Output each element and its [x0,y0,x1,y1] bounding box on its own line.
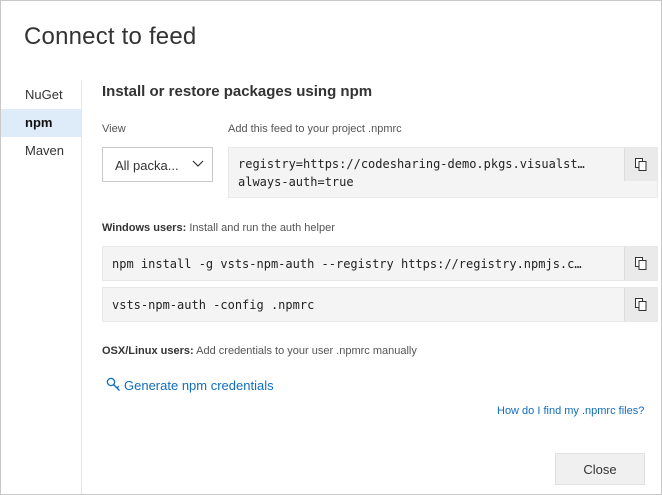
sidebar-item-nuget[interactable]: NuGet [1,81,81,109]
osx-linux-users-label-bold: OSX/Linux users: [102,345,194,357]
config-command-text: vsts-npm-auth -config .npmrc [112,298,315,312]
install-command-text: npm install -g vsts-npm-auth --registry … [112,257,582,271]
windows-users-label: Windows users: Install and run the auth … [102,222,335,234]
view-dropdown-value: All packa... [115,158,179,173]
dialog-title: Connect to feed [24,23,197,50]
copy-icon [635,257,647,270]
npmrc-line-always-auth: always-auth=true [238,175,354,189]
sidebar: NuGet npm Maven [1,81,82,494]
sidebar-item-npm[interactable]: npm [1,109,81,137]
config-command-box: vsts-npm-auth -config .npmrc [102,287,658,322]
osx-linux-users-label-text: Add credentials to your user .npmrc manu… [196,345,417,357]
section-heading: Install or restore packages using npm [102,83,373,100]
close-button[interactable]: Close [555,453,645,485]
copy-npmrc-button[interactable] [624,148,657,181]
npmrc-label: Add this feed to your project .npmrc [228,123,402,135]
copy-icon [635,158,647,171]
copy-icon [635,298,647,311]
windows-users-label-bold: Windows users: [102,222,187,234]
connect-to-feed-dialog: Connect to feed NuGet npm Maven Install … [0,0,662,495]
copy-install-command-button[interactable] [624,247,657,280]
windows-users-label-text: Install and run the auth helper [189,222,335,234]
generate-credentials-link[interactable]: Generate npm credentials [106,377,274,393]
npmrc-line-registry: registry=https://codesharing-demo.pkgs.v… [238,157,585,171]
npmrc-help-link[interactable]: How do I find my .npmrc files? [497,405,644,417]
view-label: View [102,123,126,135]
key-icon [106,377,120,391]
generate-credentials-link-text: Generate npm credentials [124,378,274,393]
install-command-box: npm install -g vsts-npm-auth --registry … [102,246,658,281]
osx-linux-users-label: OSX/Linux users: Add credentials to your… [102,345,417,357]
copy-config-command-button[interactable] [624,288,657,321]
chevron-down-icon [192,160,204,167]
view-dropdown[interactable]: All packa... [102,147,213,182]
sidebar-item-maven[interactable]: Maven [1,137,81,165]
npmrc-code-box: registry=https://codesharing-demo.pkgs.v… [228,147,658,198]
